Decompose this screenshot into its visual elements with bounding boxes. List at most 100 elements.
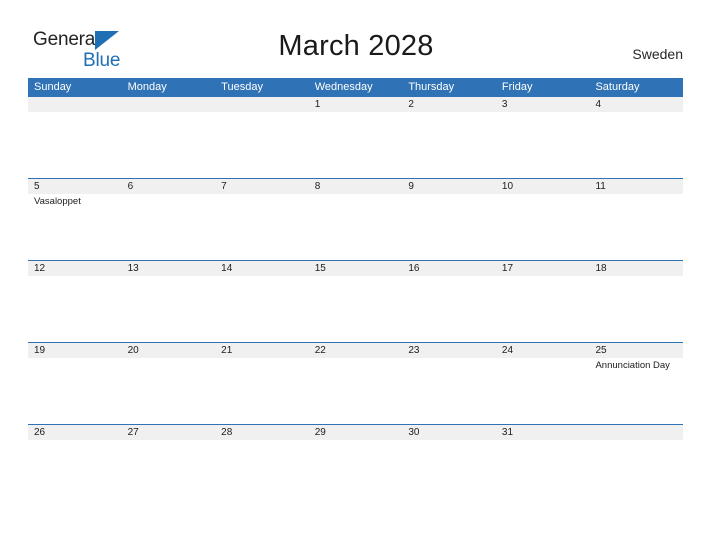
- day-cell[interactable]: [215, 358, 309, 424]
- day-cell[interactable]: [309, 358, 403, 424]
- day-number[interactable]: 24: [496, 343, 590, 358]
- weekday-saturday: Saturday: [595, 81, 640, 93]
- page-header: General Blue March 2028 Sweden: [0, 0, 712, 78]
- weekday-monday: Monday: [127, 81, 167, 93]
- day-cell[interactable]: [496, 194, 590, 260]
- day-number[interactable]: 9: [402, 179, 496, 194]
- day-cell[interactable]: [402, 276, 496, 342]
- day-number[interactable]: 25: [589, 343, 683, 358]
- day-cell[interactable]: [496, 112, 590, 178]
- day-number[interactable]: 29: [309, 425, 403, 440]
- day-number[interactable]: 10: [496, 179, 590, 194]
- day-number-band: 1234: [28, 97, 683, 112]
- day-number[interactable]: 8: [309, 179, 403, 194]
- day-number: [122, 97, 216, 112]
- day-cell[interactable]: [309, 194, 403, 260]
- day-cell[interactable]: [28, 358, 122, 424]
- day-cell[interactable]: [215, 194, 309, 260]
- calendar-week-row: 26 27 28 29 30 31: [28, 424, 683, 506]
- day-cell[interactable]: [122, 440, 216, 506]
- day-cell[interactable]: [28, 276, 122, 342]
- calendar-grid: Sunday Monday Tuesday Wednesday Thursday…: [28, 78, 683, 506]
- day-number[interactable]: 7: [215, 179, 309, 194]
- day-number: [589, 425, 683, 440]
- day-number[interactable]: 13: [122, 261, 216, 276]
- day-number[interactable]: 15: [309, 261, 403, 276]
- day-body-row: [28, 112, 683, 178]
- day-number[interactable]: 1: [309, 97, 403, 112]
- region-label: Sweden: [632, 46, 683, 62]
- day-body-row: [28, 440, 683, 506]
- day-cell[interactable]: [309, 276, 403, 342]
- day-cell[interactable]: [402, 440, 496, 506]
- day-cell[interactable]: [309, 440, 403, 506]
- weekday-friday: Friday: [501, 81, 533, 93]
- day-number[interactable]: 11: [589, 179, 683, 194]
- day-number[interactable]: 30: [402, 425, 496, 440]
- day-body-row: Vasaloppet: [28, 194, 683, 260]
- calendar-week-row: 5 6 7 8 9 10 11 Vasaloppet: [28, 178, 683, 260]
- day-cell[interactable]: [589, 276, 683, 342]
- day-cell: [122, 112, 216, 178]
- day-number[interactable]: 17: [496, 261, 590, 276]
- calendar-week-row: 19 20 21 22 23 24 25 Annunciation Day: [28, 342, 683, 424]
- weekday-wednesday: Wednesday: [314, 81, 373, 93]
- day-cell[interactable]: [122, 358, 216, 424]
- page-title: March 2028: [278, 30, 434, 62]
- day-cell[interactable]: Vasaloppet: [28, 194, 122, 260]
- day-cell[interactable]: [309, 112, 403, 178]
- weekday-tuesday: Tuesday: [221, 81, 263, 93]
- day-number[interactable]: 22: [309, 343, 403, 358]
- day-cell[interactable]: [496, 358, 590, 424]
- day-number: [215, 97, 309, 112]
- day-number[interactable]: 6: [122, 179, 216, 194]
- day-cell[interactable]: [402, 358, 496, 424]
- day-cell[interactable]: [122, 194, 216, 260]
- day-number[interactable]: 31: [496, 425, 590, 440]
- day-number[interactable]: 2: [402, 97, 496, 112]
- day-cell: [215, 112, 309, 178]
- day-number[interactable]: 5: [28, 179, 122, 194]
- day-cell: [28, 112, 122, 178]
- day-cell[interactable]: [215, 440, 309, 506]
- weekday-thursday: Thursday: [408, 81, 455, 93]
- day-number-band: 5 6 7 8 9 10 11: [28, 179, 683, 194]
- day-number[interactable]: 27: [122, 425, 216, 440]
- weekday-header-row: Sunday Monday Tuesday Wednesday Thursday…: [28, 78, 683, 97]
- day-number: [28, 97, 122, 112]
- day-number[interactable]: 12: [28, 261, 122, 276]
- day-number[interactable]: 19: [28, 343, 122, 358]
- day-cell[interactable]: [496, 276, 590, 342]
- day-event-label: Vasaloppet: [34, 196, 81, 207]
- day-cell[interactable]: [28, 440, 122, 506]
- day-number[interactable]: 14: [215, 261, 309, 276]
- day-number-band: 19 20 21 22 23 24 25: [28, 343, 683, 358]
- day-number[interactable]: 23: [402, 343, 496, 358]
- calendar-weeks: 1 2 3 4 5 6 7 8 9 10 11 Vasaloppet 12 13 14 15 16 17 18 19 2…: [28, 97, 683, 506]
- day-number[interactable]: 4: [589, 97, 683, 112]
- day-body-row: [28, 276, 683, 342]
- calendar-week-row: 1234: [28, 97, 683, 178]
- day-number[interactable]: 3: [496, 97, 590, 112]
- day-cell[interactable]: [122, 276, 216, 342]
- day-event-label: Annunciation Day: [595, 360, 670, 371]
- day-number[interactable]: 26: [28, 425, 122, 440]
- day-number-band: 26 27 28 29 30 31: [28, 425, 683, 440]
- day-number[interactable]: 21: [215, 343, 309, 358]
- calendar-week-row: 12 13 14 15 16 17 18: [28, 260, 683, 342]
- day-number[interactable]: 20: [122, 343, 216, 358]
- day-number-band: 12 13 14 15 16 17 18: [28, 261, 683, 276]
- day-number[interactable]: 16: [402, 261, 496, 276]
- weekday-sunday: Sunday: [34, 81, 72, 93]
- day-cell: [589, 440, 683, 506]
- day-cell[interactable]: [215, 276, 309, 342]
- day-cell[interactable]: [589, 194, 683, 260]
- day-cell[interactable]: [402, 112, 496, 178]
- day-number[interactable]: 28: [215, 425, 309, 440]
- day-body-row: Annunciation Day: [28, 358, 683, 424]
- day-cell[interactable]: [496, 440, 590, 506]
- day-number[interactable]: 18: [589, 261, 683, 276]
- day-cell[interactable]: Annunciation Day: [589, 358, 683, 424]
- day-cell[interactable]: [402, 194, 496, 260]
- day-cell[interactable]: [589, 112, 683, 178]
